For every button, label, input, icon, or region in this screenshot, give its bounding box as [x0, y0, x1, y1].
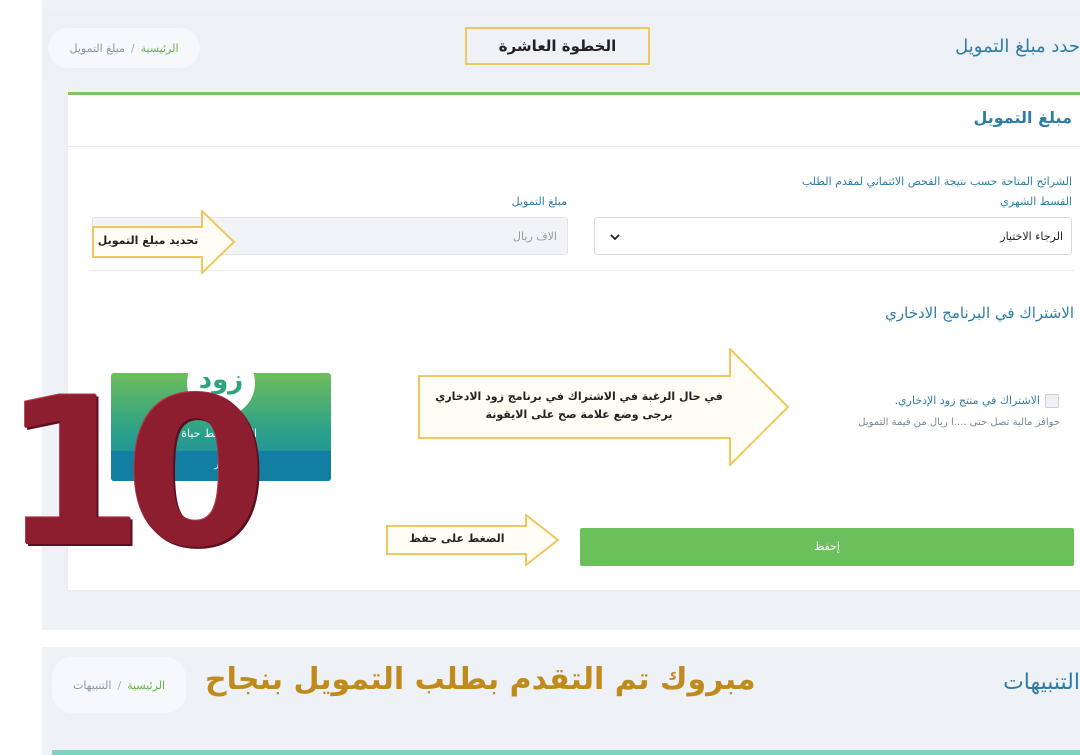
card-title: مبلغ التمويل	[973, 108, 1072, 127]
breadcrumb-current: مبلغ التمويل	[69, 41, 125, 55]
step-number: 10	[2, 355, 267, 593]
amount-input-placeholder: الاف ريال	[513, 230, 557, 243]
save-arrow-annotation: الضغط على حفظ	[386, 514, 560, 566]
breadcrumb: الرئيسية / مبلغ التمويل	[48, 28, 200, 68]
divider	[68, 146, 1080, 147]
amount-arrow-text: تحديد مبلغ التمويل	[97, 234, 199, 247]
save-button[interactable]: إحفظ	[580, 528, 1074, 566]
save-arrow-text: الضغط على حفظ	[409, 532, 505, 545]
amount-label: مبلغ التمويل	[511, 195, 567, 208]
savings-checkbox-label[interactable]: الاشتراك في منتج زود الإدخاري.	[895, 394, 1040, 407]
divider	[90, 270, 1074, 271]
savings-checkbox[interactable]	[1045, 394, 1059, 408]
breadcrumb-current: التنبيهات	[72, 678, 112, 692]
tiers-label: الشرائح المتاحة حسب نتيجة الفحص الائتمان…	[801, 175, 1072, 188]
content-top-border	[52, 750, 1080, 755]
installment-label: القسط الشهري	[1000, 195, 1072, 208]
savings-arrow-line-2: يرجى وضع علامة صح على الايقونة	[485, 408, 673, 421]
page-title: حدد مبلغ التمويل	[955, 36, 1080, 57]
breadcrumb-home[interactable]: الرئيسية	[141, 42, 179, 55]
notifications-title: التنبيهات	[1003, 670, 1080, 695]
savings-arrow-line-1: في حال الرغبة في الاشتراك في برنامج زود …	[435, 390, 723, 403]
installment-select[interactable]: الرجاء الاختيار	[594, 217, 1072, 255]
success-message: مبروك تم التقدم بطلب التمويل بنجاح	[205, 662, 756, 697]
breadcrumb-home[interactable]: الرئيسية	[127, 679, 165, 692]
amount-arrow-annotation: تحديد مبلغ التمويل	[92, 210, 236, 274]
installment-select-value: الرجاء الاختيار	[1000, 230, 1063, 243]
savings-arrow-annotation: في حال الرغبة في الاشتراك في برنامج زود …	[418, 348, 790, 466]
chevron-down-icon	[609, 228, 621, 247]
screen-separator	[42, 630, 1080, 647]
savings-arrow-text: في حال الرغبة في الاشتراك في برنامج زود …	[424, 388, 734, 424]
breadcrumb-separator: /	[117, 678, 122, 692]
notifications-breadcrumb: الرئيسية / التنبيهات	[52, 657, 186, 713]
step-label: الخطوة العاشرة	[465, 27, 650, 65]
breadcrumb-separator: /	[130, 41, 135, 55]
savings-section-title: الاشتراك في البرنامج الادخاري	[885, 304, 1074, 322]
savings-incentive-note: حوافز مالية تصل حتى ....ا ريال من قيمة ا…	[858, 417, 1060, 428]
